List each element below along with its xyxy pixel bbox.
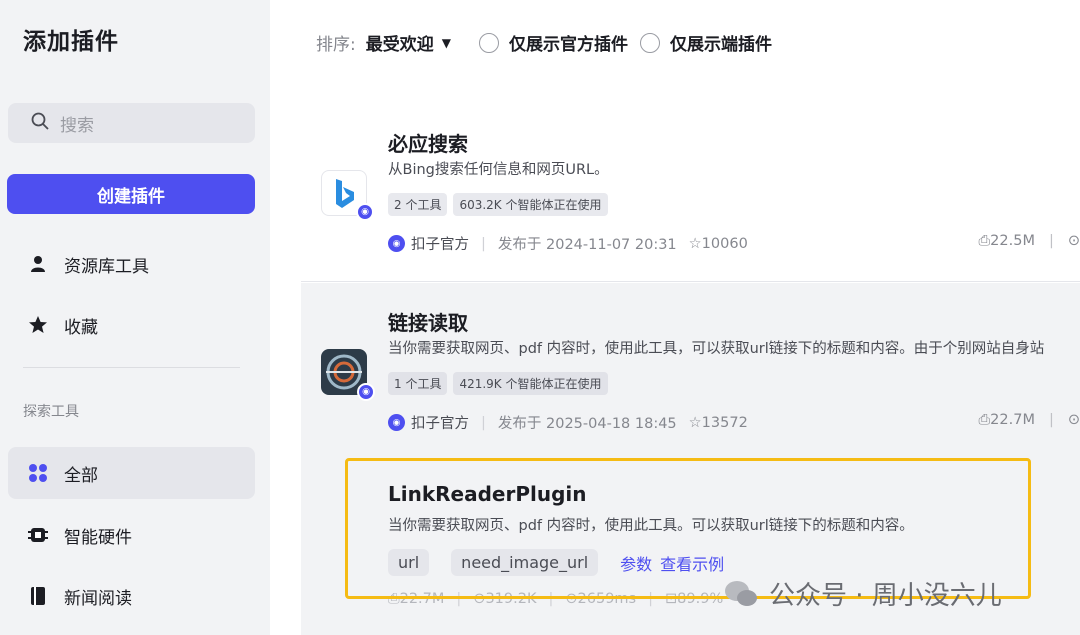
search-icon	[30, 111, 50, 136]
plugin-card[interactable]: ◉ 链接读取 当你需要获取网页、pdf 内容时，使用此工具，可以获取url链接下…	[301, 283, 1080, 461]
bing-logo-icon: ◉	[321, 170, 374, 221]
sidebar-item-library-tools[interactable]: 资源库工具	[8, 238, 255, 290]
sidebar-item-favorites[interactable]: 收藏	[8, 299, 255, 351]
calls-count: 22.5M	[990, 233, 1035, 249]
filter-bar: 排序: 最受欢迎 ▼ 仅展示官方插件 仅展示端插件	[316, 30, 784, 55]
publisher: ◉ 扣子官方	[388, 412, 469, 433]
usage-badge: 421.9K 个智能体正在使用	[453, 372, 608, 395]
separator: |	[481, 414, 486, 431]
sidebar-item-label: 资源库工具	[64, 256, 149, 277]
coze-logo-icon: ◉	[388, 414, 405, 431]
page-title: 添加插件	[23, 29, 119, 55]
watermark-text: 公众号 · 周小没六儿	[769, 581, 1002, 611]
sort-label: 排序:	[316, 35, 356, 55]
radio-circle	[639, 32, 660, 53]
client-only-radio[interactable]: 仅展示端插件	[639, 30, 772, 55]
star-count: 13572	[701, 414, 748, 431]
plugin-stats: ⎙ 22.5M | ⊙	[979, 233, 1080, 249]
star-outline-icon[interactable]: ☆	[689, 236, 702, 252]
publish-date: 发布于 2024-11-07 20:31	[497, 237, 677, 253]
calls-icon: ⎙	[978, 412, 991, 428]
plugin-stats: ⎙ 22.7M | ⊙	[979, 412, 1080, 428]
star-outline-icon[interactable]: ☆	[689, 415, 702, 431]
sidebar-item-label: 收藏	[64, 317, 98, 338]
link-reader-logo-icon: ◉	[321, 349, 375, 401]
more-icon: ⊙	[1067, 233, 1080, 249]
plugin-tags: 2 个工具 603.2K 个智能体正在使用	[388, 193, 608, 216]
publish-date: 发布于 2025-04-18 18:45	[497, 416, 677, 432]
section-label: 探索工具	[23, 404, 79, 420]
plugin-meta: ◉ 扣子官方 | 发布于 2025-04-18 18:45 ☆ 13572	[388, 412, 748, 433]
usage-badge: 603.2K 个智能体正在使用	[453, 193, 608, 216]
sidebar-item-label: 新闻阅读	[64, 588, 132, 609]
separator: |	[481, 235, 486, 252]
sidebar-divider	[23, 367, 240, 368]
grid-icon	[28, 463, 48, 483]
search-input[interactable]: 搜索	[8, 103, 255, 143]
plugin-name: 必应搜索	[388, 132, 468, 156]
publisher: ◉ 扣子官方	[388, 233, 469, 254]
plugin-tags: 1 个工具 421.9K 个智能体正在使用	[388, 372, 608, 395]
sidebar-item-all[interactable]: 全部	[8, 447, 255, 499]
separator: |	[1048, 233, 1054, 249]
plugin-desc: 当你需要获取网页、pdf 内容时，使用此工具，可以获取url链接下的标题和内容。…	[388, 341, 1045, 357]
create-plugin-button[interactable]: 创建插件	[7, 174, 255, 214]
publisher-name: 扣子官方	[411, 237, 469, 253]
coze-badge-icon: ◉	[356, 203, 374, 221]
sidebar: 添加插件 搜索 创建插件 资源库工具 收藏 探索工具 全部 智能硬件 新闻阅读	[0, 0, 270, 635]
radio-label: 仅展示端插件	[669, 35, 772, 55]
sort-select[interactable]: 最受欢迎	[366, 30, 434, 55]
search-placeholder: 搜索	[60, 115, 94, 136]
tools-count-badge: 1 个工具	[388, 372, 448, 395]
chip-icon	[28, 525, 48, 545]
coze-badge-icon: ◉	[357, 383, 375, 401]
star-icon	[28, 315, 48, 335]
book-icon	[28, 586, 48, 606]
plugin-desc: 从Bing搜索任何信息和网页URL。	[388, 162, 609, 178]
radio-circle	[478, 32, 499, 53]
calls-icon: ⎙	[978, 233, 991, 249]
sidebar-item-news-reading[interactable]: 新闻阅读	[8, 570, 255, 622]
more-icon: ⊙	[1067, 412, 1080, 428]
official-only-radio[interactable]: 仅展示官方插件	[478, 30, 628, 55]
separator: |	[1048, 412, 1054, 428]
star-count: 10060	[701, 235, 748, 252]
watermark: 公众号 · 周小没六儿	[723, 575, 1002, 612]
caret-down-icon[interactable]: ▼	[442, 36, 451, 50]
plugin-card[interactable]: ◉ 必应搜索 从Bing搜索任何信息和网页URL。 2 个工具 603.2K 个…	[301, 104, 1080, 282]
plugin-name: 链接读取	[388, 311, 468, 335]
tools-count-badge: 2 个工具	[388, 193, 448, 216]
sidebar-item-label: 智能硬件	[64, 527, 132, 548]
publisher-name: 扣子官方	[411, 416, 469, 432]
wechat-icon	[725, 580, 757, 606]
sidebar-item-label: 全部	[64, 465, 98, 486]
coze-logo-icon: ◉	[388, 235, 405, 252]
person-icon	[28, 254, 48, 274]
plugin-meta: ◉ 扣子官方 | 发布于 2024-11-07 20:31 ☆ 10060	[388, 233, 748, 254]
radio-label: 仅展示官方插件	[508, 35, 628, 55]
calls-count: 22.7M	[990, 412, 1035, 428]
sidebar-item-smart-hardware[interactable]: 智能硬件	[8, 509, 255, 561]
